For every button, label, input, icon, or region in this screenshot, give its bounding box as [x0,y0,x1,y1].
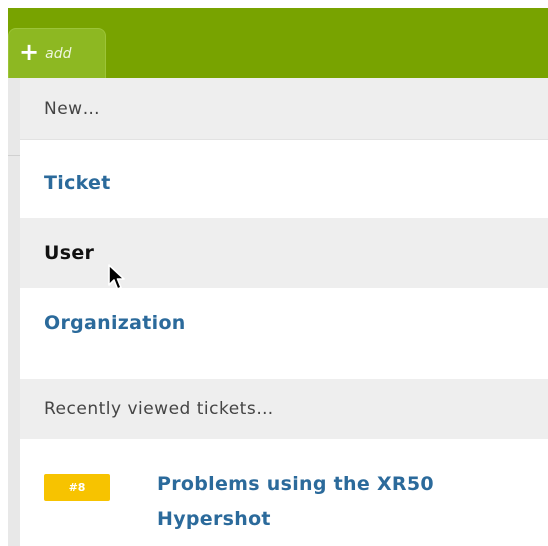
left-panel-edge [8,78,20,546]
add-button[interactable]: + add [8,28,106,78]
ticket-title[interactable]: Problems using the XR50 Hypershot [157,467,497,537]
add-label: add [45,45,72,62]
add-dropdown-menu: New… Ticket User Organization Recently v… [20,78,548,546]
menu-item-organization[interactable]: Organization [20,288,548,358]
menu-item-user[interactable]: User [20,218,548,288]
app-screen: + add New… Ticket User Organization Rece… [0,0,548,546]
left-panel-divider [8,155,20,156]
recent-ticket-item[interactable]: #8 Problems using the XR50 Hypershot [20,439,548,546]
new-section-header: New… [20,78,548,140]
recent-tickets-header: Recently viewed tickets… [20,379,548,439]
menu-item-ticket[interactable]: Ticket [20,148,548,218]
plus-icon: + [19,38,40,66]
ticket-id-badge: #8 [44,474,110,501]
